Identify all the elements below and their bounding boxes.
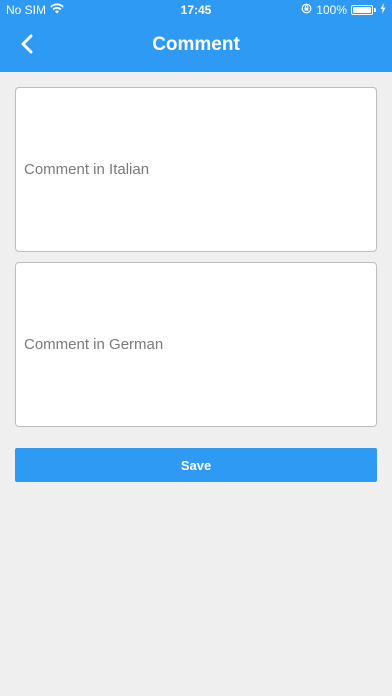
german-comment-input[interactable]	[16, 263, 376, 426]
page-title: Comment	[152, 34, 240, 55]
save-button[interactable]: Save	[15, 448, 377, 482]
top-bar: No SIM 17:45 100% Comment	[0, 0, 392, 72]
charging-icon	[380, 3, 386, 17]
italian-comment-input[interactable]	[16, 88, 376, 251]
navigation-bar: Comment	[0, 20, 392, 72]
status-bar: No SIM 17:45 100%	[0, 0, 392, 20]
german-comment-field[interactable]	[15, 262, 377, 427]
battery-percent: 100%	[316, 3, 347, 17]
italian-comment-field[interactable]	[15, 87, 377, 252]
rotation-lock-icon	[301, 3, 312, 17]
status-right: 100%	[301, 3, 386, 17]
battery-icon	[351, 5, 376, 15]
